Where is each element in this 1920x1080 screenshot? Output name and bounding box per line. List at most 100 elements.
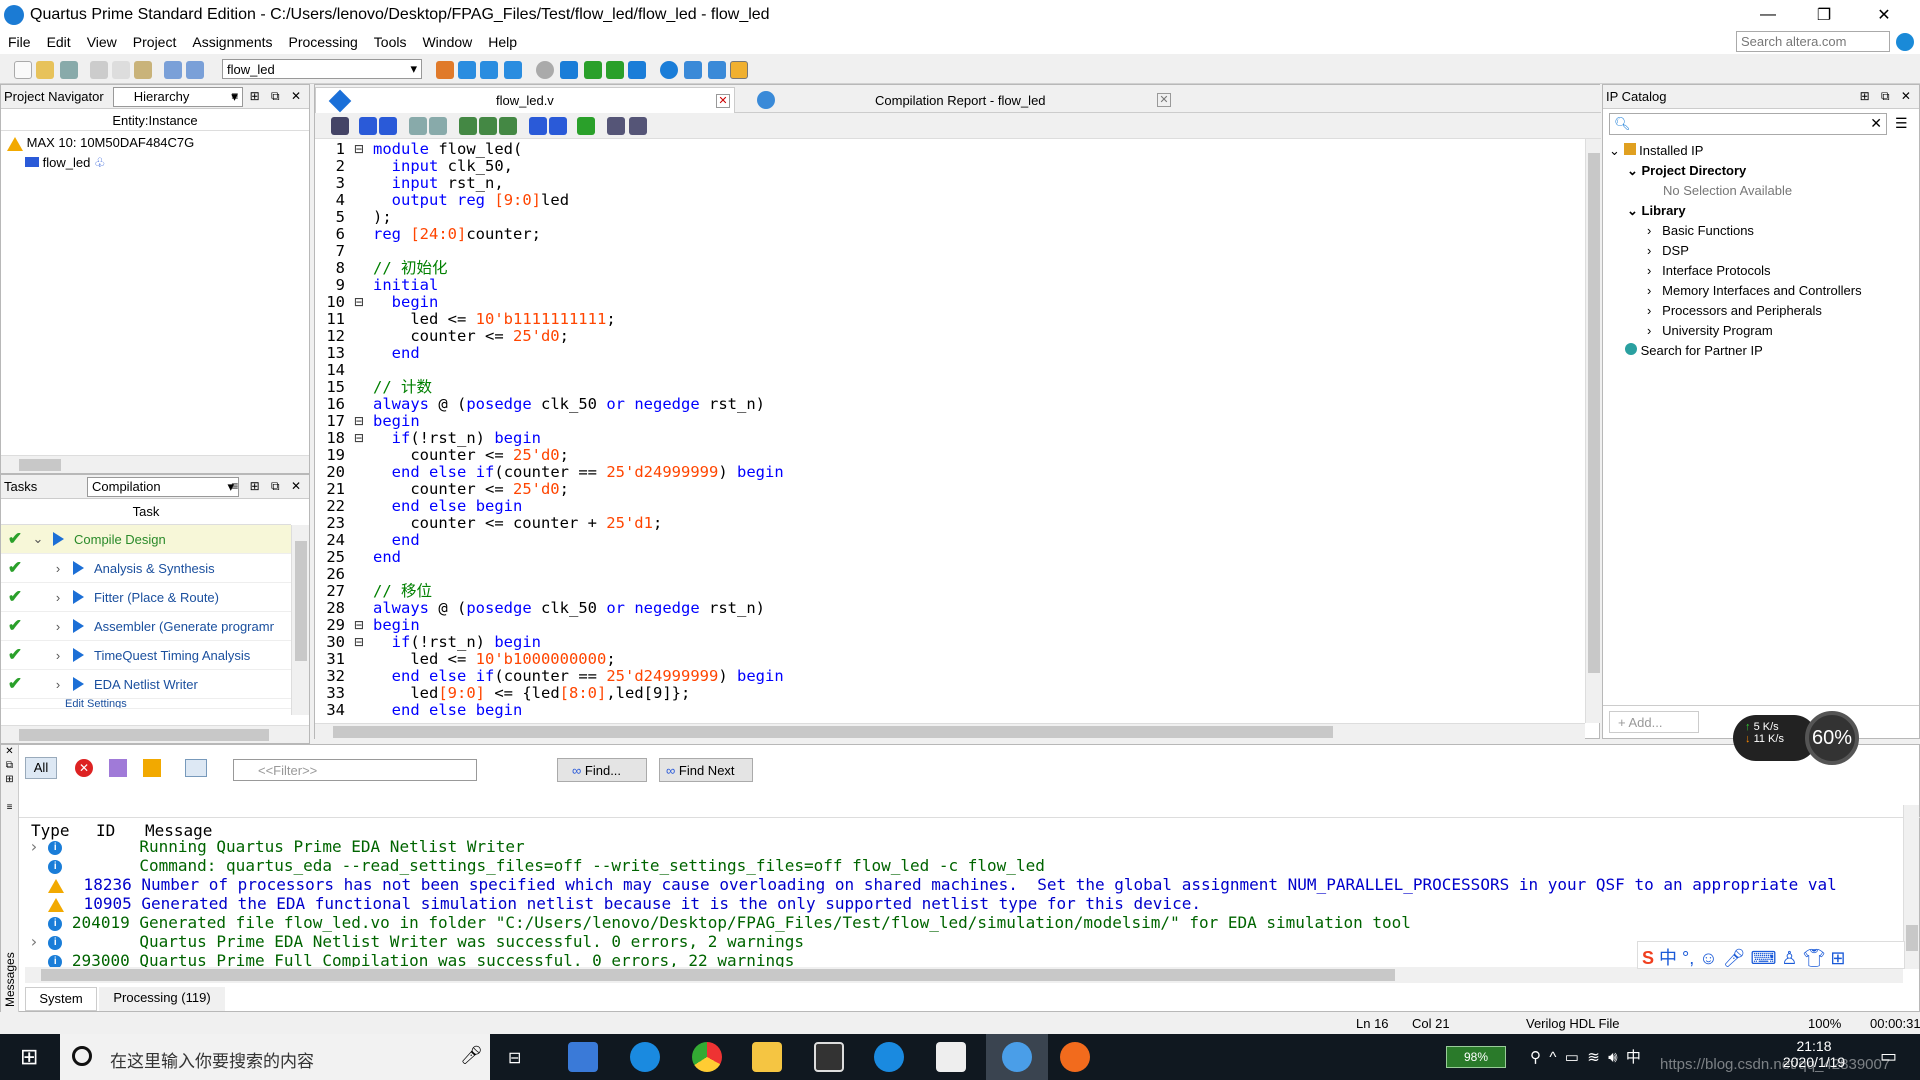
code-line[interactable]: 13 end — [315, 345, 419, 362]
bookmark-icon[interactable] — [459, 117, 477, 135]
memory-gauge[interactable]: 60% — [1805, 711, 1859, 765]
ip-category[interactable]: › Interface Protocols — [1647, 263, 1771, 278]
installed-ip-node[interactable]: ⌄ Installed IP — [1609, 143, 1703, 159]
code-line[interactable]: 6 reg [24:0]counter; — [315, 226, 541, 243]
pc-app-icon[interactable] — [568, 1042, 598, 1072]
expand-icon[interactable]: › — [49, 590, 67, 605]
search-altera-input[interactable]: Search altera.com — [1736, 31, 1890, 52]
code-line[interactable]: 17 ⊟ begin — [315, 413, 419, 430]
minimize-button[interactable]: — — [1740, 0, 1796, 30]
ip-category[interactable]: › Memory Interfaces and Controllers — [1647, 283, 1862, 298]
code-line[interactable]: 2 input clk_50, — [315, 158, 513, 175]
template-icon[interactable] — [577, 117, 595, 135]
code-line[interactable]: 32 end else if(counter == 25'd24999999) … — [315, 668, 783, 685]
netlist-viewer-icon[interactable] — [458, 61, 476, 79]
paste-icon[interactable] — [134, 61, 152, 79]
menu-project[interactable]: Project — [125, 34, 185, 50]
goto-icon[interactable] — [379, 117, 397, 135]
wrap-icon[interactable] — [629, 117, 647, 135]
play-icon[interactable] — [73, 561, 84, 575]
code-line[interactable]: 30 ⊟ if(!rst_n) begin — [315, 634, 541, 651]
play-icon[interactable] — [73, 648, 84, 662]
message-row[interactable]: 10905 Generated the EDA functional simul… — [29, 894, 1201, 913]
collapse-icon[interactable]: ⌄ — [29, 531, 47, 547]
code-line[interactable]: 18 ⊟ if(!rst_n) begin — [315, 430, 541, 447]
line-numbers-icon[interactable] — [607, 117, 625, 135]
find-icon[interactable] — [359, 117, 377, 135]
copy-icon[interactable] — [112, 61, 130, 79]
task-row[interactable]: ✔ ⌄ Compile Design — [1, 525, 291, 554]
find-button[interactable]: ∞ Find... — [557, 758, 647, 782]
menu-tools[interactable]: Tools — [366, 34, 415, 50]
redo-icon[interactable] — [186, 61, 204, 79]
editor-vscrollbar[interactable] — [1585, 139, 1601, 723]
globe-icon[interactable] — [1896, 33, 1914, 51]
ip-category[interactable]: › University Program — [1647, 323, 1773, 338]
stop-icon[interactable] — [536, 61, 554, 79]
task-row[interactable]: ✔ › Fitter (Place & Route) — [1, 583, 291, 612]
menu-window[interactable]: Window — [414, 34, 480, 50]
expand-icon[interactable]: › — [49, 677, 67, 692]
code-line[interactable]: 5); — [315, 209, 392, 226]
add-ip-button[interactable]: + Add... — [1609, 711, 1699, 733]
programmer-icon[interactable] — [660, 61, 678, 79]
ime-toolbar[interactable]: S 中 °, ☺ 🎤︎ ⌨ ♙ 👕︎ ⊞ — [1637, 941, 1905, 969]
scroll-thumb[interactable] — [19, 459, 61, 471]
scroll-thumb[interactable] — [19, 729, 269, 741]
code-line[interactable]: 8// 初始化 — [315, 260, 448, 277]
ip-category[interactable]: › DSP — [1647, 243, 1689, 258]
code-line[interactable]: 16 always @ (posedge clk_50 or negedge rs… — [315, 396, 765, 413]
signaltap-icon[interactable] — [684, 61, 702, 79]
partner-ip-link[interactable]: Search for Partner IP — [1625, 343, 1763, 358]
menu-assignments[interactable]: Assignments — [184, 34, 280, 50]
expand-icon[interactable]: › — [49, 648, 67, 663]
navigator-hscrollbar[interactable] — [1, 455, 309, 473]
code-line[interactable]: 12 counter <= 25'd0; — [315, 328, 569, 345]
find-next-button[interactable]: ∞ Find Next — [659, 758, 753, 782]
code-line[interactable]: 14 — [315, 362, 373, 379]
file-explorer-icon[interactable] — [752, 1042, 782, 1072]
close-window-button[interactable]: ✕ — [1856, 0, 1912, 30]
code-line[interactable]: 26 — [315, 566, 373, 583]
menu-view[interactable]: View — [79, 34, 125, 50]
expand-icon[interactable]: › — [49, 619, 67, 634]
code-line[interactable]: 15// 计数 — [315, 379, 432, 396]
ip-search-input[interactable]: 🔍︎ ✕ — [1609, 113, 1887, 135]
messages-vscrollbar[interactable] — [1903, 805, 1919, 969]
code-line[interactable]: 25 end — [315, 549, 401, 566]
suppress-filter-icon[interactable] — [185, 759, 207, 777]
play-icon[interactable] — [53, 532, 64, 546]
menu-edit[interactable]: Edit — [39, 34, 79, 50]
editor-hscrollbar[interactable] — [315, 723, 1585, 739]
expand-icon[interactable]: › — [49, 561, 67, 576]
scroll-thumb[interactable] — [41, 969, 1395, 981]
code-line[interactable]: 7 — [315, 243, 373, 260]
play-icon[interactable] — [73, 677, 84, 691]
code-line[interactable]: 31 led <= 10'b1000000000; — [315, 651, 615, 668]
chip-planner-icon[interactable] — [480, 61, 498, 79]
close-tab-icon[interactable]: ✕ — [716, 94, 730, 108]
ip-category[interactable]: › Processors and Peripherals — [1647, 303, 1822, 318]
code-line[interactable]: 29 ⊟ begin — [315, 617, 419, 634]
doc-icon[interactable] — [331, 117, 349, 135]
next-bookmark-icon[interactable] — [479, 117, 497, 135]
task-row[interactable]: ✔ › Assembler (Generate programming files) — [1, 612, 291, 641]
revision-select[interactable]: flow_led — [222, 59, 422, 79]
menu-processing[interactable]: Processing — [281, 34, 366, 50]
top-entity-row[interactable]: flow_led ♧ — [25, 155, 106, 171]
tab-compilation-report[interactable]: Compilation Report - flow_led ✕ — [757, 87, 1181, 113]
mail-icon[interactable] — [936, 1042, 966, 1072]
project-directory-node[interactable]: ⌄ Project Directory — [1627, 163, 1746, 179]
task-row[interactable]: ✔ › EDA Netlist Writer — [1, 670, 291, 699]
windows-start-icon[interactable]: ⊞ — [20, 1046, 42, 1068]
code-line[interactable]: 9 initial — [315, 277, 439, 294]
store-icon[interactable] — [814, 1042, 844, 1072]
ip-menu-icon[interactable]: ☰ — [1895, 115, 1908, 132]
save-icon[interactable] — [60, 61, 78, 79]
prev-bookmark-icon[interactable] — [499, 117, 517, 135]
code-line[interactable]: 3 input rst_n, — [315, 175, 504, 192]
ip-category[interactable]: › Basic Functions — [1647, 223, 1754, 238]
chrome-icon[interactable] — [692, 1042, 722, 1072]
task-row[interactable]: Edit Settings — [1, 699, 291, 709]
close-tab-icon[interactable]: ✕ — [1157, 93, 1171, 107]
